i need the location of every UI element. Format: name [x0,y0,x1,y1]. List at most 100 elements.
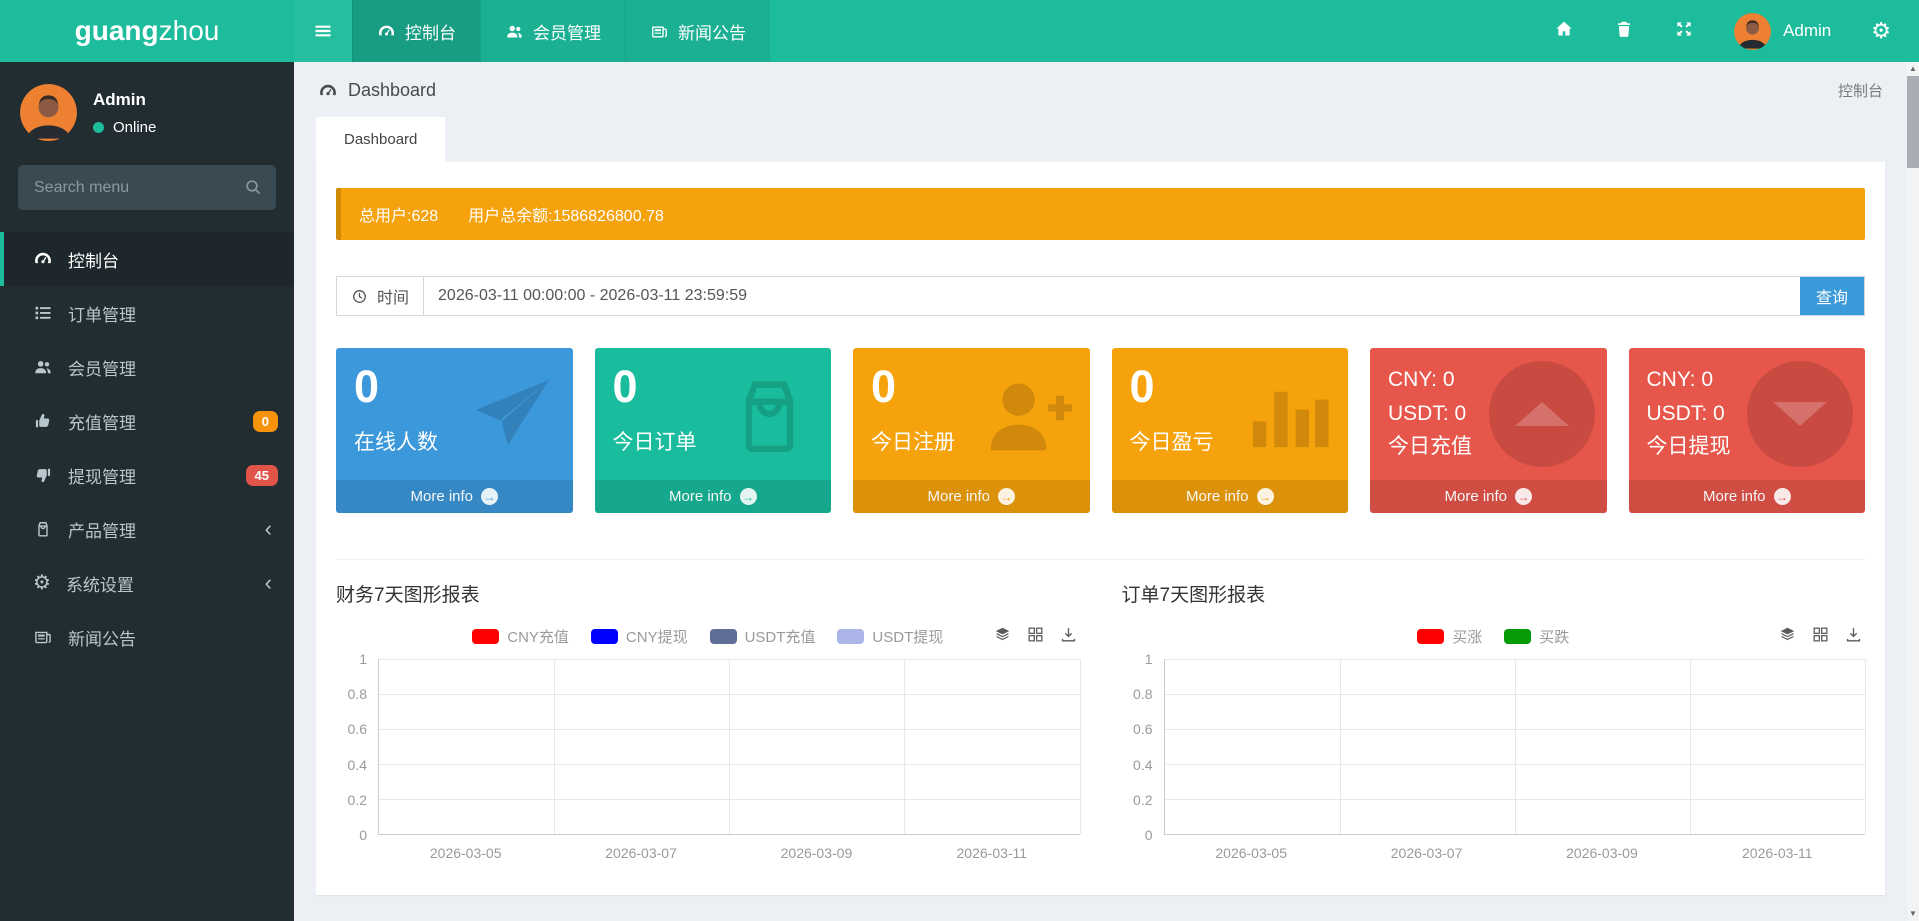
user-plus-icon [981,368,1076,463]
x-tick-label: 2026-03-11 [1742,845,1813,861]
gauge-icon [377,22,396,41]
sidebar-item[interactable]: 产品管理 ‹ [0,502,294,556]
sidebar-item-label: 提现管理 [68,467,136,487]
stack-icon[interactable] [993,625,1012,649]
online-dot-icon [93,121,104,133]
y-tick-label: 0.6 [347,721,367,738]
sidebar-item[interactable]: 提现管理 45 [0,448,294,502]
x-tick-label: 2026-03-05 [1215,845,1287,861]
stack-icon[interactable] [1778,625,1797,649]
list-icon [33,303,53,323]
scroll-down-arrow-icon[interactable]: ▼ [1909,907,1917,921]
legend-swatch [472,628,500,644]
avatar [20,84,77,141]
legend-label: USDT充值 [744,628,816,646]
sidebar-item-label: 新闻公告 [68,629,136,649]
sidebar-user-name: Admin [93,89,146,109]
x-tick-label: 2026-03-11 [956,845,1028,861]
paper-plane-icon [464,368,559,463]
sidebar-item[interactable]: 会员管理 [0,340,294,394]
search-icon[interactable] [243,177,263,197]
tiled-icon[interactable] [1026,625,1045,649]
legend-label: 买跌 [1539,628,1570,646]
bag-icon [33,519,53,539]
arrow-right-icon: → [1515,488,1533,505]
query-button[interactable]: 查询 [1800,277,1864,315]
legend-item[interactable]: 买跌 [1504,626,1569,647]
sidebar-item-label: 会员管理 [68,359,136,379]
x-tick-label: 2026-03-05 [429,845,502,861]
legend-swatch [1417,628,1445,644]
more-info-link[interactable]: More info → [1628,480,1865,513]
sidebar-item[interactable]: 控制台 [0,232,294,286]
content-panel: 总用户:628 用户总余额:1586826800.78 时间 查询 0在线人数M… [316,162,1885,895]
hand-up-icon [33,411,53,431]
info-box: CNY: 0 USDT: 0 今日充值 More info → [1370,348,1607,513]
sidebar-item-label: 产品管理 [68,521,136,541]
navbar-tab[interactable]: 新闻公告 [625,0,770,62]
download-icon[interactable] [1059,625,1078,649]
vertical-scrollbar[interactable]: ▲ ▼ [1907,62,1919,921]
tiled-icon[interactable] [1811,625,1830,649]
more-info-link[interactable]: More info → [853,480,1090,513]
legend-item[interactable]: USDT充值 [709,626,816,647]
sidebar-item[interactable]: 订单管理 [0,286,294,340]
gears-icon[interactable]: ⚙ [1871,20,1891,42]
legend-item[interactable]: CNY充值 [472,626,569,647]
navbar-tab-label: 新闻公告 [678,23,746,43]
sidebar-user-status[interactable]: Online [93,119,156,136]
y-axis: 1 0.8 0.6 0.4 0.2 0 [1122,651,1164,843]
more-info-link[interactable]: More info → [594,480,831,513]
sidebar-item[interactable]: 新闻公告 [0,610,294,664]
navbar-tab[interactable]: 会员管理 [480,0,625,62]
legend-item[interactable]: 买涨 [1417,626,1482,647]
scrollbar-thumb[interactable] [1907,76,1919,168]
brand-regular: zhou [158,15,220,46]
legend-item[interactable]: CNY提现 [590,626,688,647]
y-tick-label: 1 [1144,651,1153,667]
content-header: Dashboard 控制台 [294,62,1907,113]
info-box: 0 今日订单 More info → [594,348,831,513]
navbar-user-menu[interactable]: Admin [1734,12,1831,50]
chevron-left-icon: ‹ [264,570,272,595]
shopping-bag-icon [722,368,817,463]
more-info-link[interactable]: More info → [1111,480,1348,513]
hand-down-icon [33,465,53,485]
time-range-input[interactable] [424,277,1800,315]
legend-item[interactable]: USDT提现 [837,626,943,647]
users-icon [505,22,524,41]
legend-swatch [590,628,618,644]
brand-logo[interactable]: guang zhou [0,0,294,62]
total-users-text: 总用户:628 [359,208,439,225]
legend-label: CNY提现 [625,628,688,646]
sidebar-item[interactable]: 充值管理 0 [0,394,294,448]
circle-up-icon [1488,361,1595,467]
chart-toolbox [993,625,1078,649]
top-navbar: guang zhou 控制台 会员管理 新闻公告 Admin ⚙ [0,0,1919,62]
expand-icon[interactable] [1674,19,1694,44]
sidebar-toggle-button[interactable] [294,0,352,62]
x-tick-label: 2026-03-09 [1566,845,1638,861]
sidebar-menu: 控制台 订单管理 会员管理 充值管理 0 提现管理 45 产品管理 ‹ ⚙ 系统设置 ‹ 新闻公告 [0,232,294,664]
stats-banner: 总用户:628 用户总余额:1586826800.78 [336,188,1865,240]
legend-swatch [709,628,737,644]
x-axis: 2026-03-05 2026-03-07 2026-03-09 2026-03-11 [1164,845,1866,861]
chart-legend: 买涨 买跌 [1417,626,1569,647]
breadcrumb[interactable]: 控制台 [1838,80,1883,101]
x-tick-label: 2026-03-07 [1390,845,1463,861]
home-icon[interactable] [1554,19,1574,44]
navbar-tab[interactable]: 控制台 [352,0,480,62]
search-input[interactable] [18,165,276,210]
tab-dashboard[interactable]: Dashboard [316,117,446,162]
scroll-up-arrow-icon[interactable]: ▲ [1909,62,1917,76]
navbar-tab-label: 控制台 [405,23,456,43]
trash-icon[interactable] [1614,19,1634,44]
download-icon[interactable] [1844,625,1863,649]
chart-legend: CNY充值 CNY提现 USDT充值 USDT提现 [472,626,943,647]
sidebar-search [18,165,276,210]
more-info-link[interactable]: More info → [336,480,573,513]
avatar [1734,12,1772,50]
info-box: 0 在线人数 More info → [336,348,573,513]
more-info-link[interactable]: More info → [1370,480,1607,513]
sidebar-item[interactable]: ⚙ 系统设置 ‹ [0,556,294,610]
